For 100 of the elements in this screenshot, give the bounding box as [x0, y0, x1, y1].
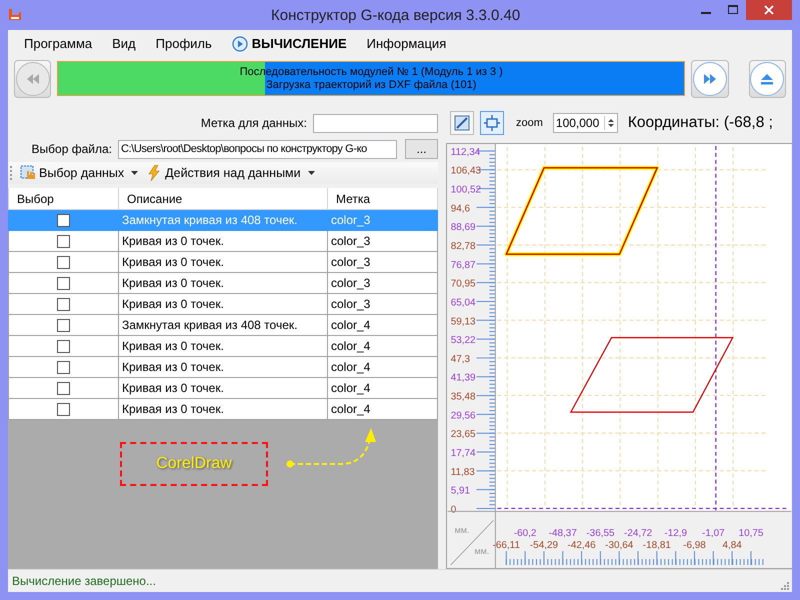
unit-label: мм. [454, 525, 470, 536]
tag-input-field[interactable] [313, 114, 438, 132]
checkbox[interactable] [57, 340, 70, 354]
window-title: Конструктор G-кода версия 3.3.0.40 [271, 6, 520, 24]
table-cell: Кривая из 0 точек. [118, 230, 328, 252]
checkbox[interactable] [57, 361, 70, 374]
table-row[interactable]: Замкнутая кривая из 408 точек. color_4 [8, 314, 438, 336]
app-icon [7, 7, 23, 23]
ruler-label: -12,9 [664, 528, 687, 540]
ruler-label: 5,91 [450, 486, 470, 497]
ruler-label: 35,48 [450, 392, 476, 403]
selection-icon [20, 165, 36, 181]
table-row[interactable]: Кривая из 0 точек. color_3 [8, 272, 438, 294]
table-cell: color_3 [328, 210, 438, 230]
menu-item[interactable]: ВЫЧИСЛЕНИЕ [222, 34, 357, 54]
checkbox[interactable] [57, 256, 70, 270]
table-cell: Кривая из 0 точек. [118, 336, 328, 356]
ruler-label: 70,95 [450, 278, 476, 290]
fast-forward-button[interactable] [691, 60, 729, 98]
ruler-label: 47,3 [450, 354, 470, 365]
ruler-label: -36,55 [586, 528, 614, 540]
table-row[interactable]: Кривая из 0 точек. color_4 [8, 356, 438, 378]
zoom-spinner[interactable]: 100,000 [552, 113, 618, 133]
annotation-text: CorelDraw [156, 455, 232, 473]
menu-item[interactable]: Информация [356, 34, 456, 53]
ruler-label: 41,39 [450, 372, 476, 384]
table-cell: Кривая из 0 точек. [118, 294, 328, 314]
ruler-label: 88,69 [450, 222, 476, 234]
spinner-arrows-icon [606, 116, 615, 130]
menu-item[interactable]: Профиль [146, 34, 222, 53]
zoom-label: zoom [516, 117, 543, 129]
ruler-label: -42,46 [568, 540, 596, 552]
file-path-field[interactable]: C:\Users\root\Desktop\вопросы по конструктору G-ко [118, 140, 397, 158]
progress-text: Загрузка траекторий из DXF файла (101) [266, 78, 476, 92]
table-cell: Замкнутая кривая из 408 точек. [118, 314, 328, 336]
table-cell: Замкнутая кривая из 408 точек. [118, 210, 328, 230]
resize-grip-icon [780, 580, 789, 590]
table-cell: Кривая из 0 точек. [118, 378, 328, 398]
ruler-label: 17,74 [450, 448, 476, 459]
checkbox[interactable] [57, 214, 70, 228]
eject-button[interactable] [748, 60, 786, 98]
table-cell: Кривая из 0 точек. [118, 356, 328, 378]
lightning-icon [146, 165, 162, 181]
ruler-label: 59,13 [450, 316, 476, 328]
menu-item[interactable]: Программа [14, 34, 102, 53]
status-text: Вычисление завершено... [12, 574, 156, 588]
ruler-label: -1,07 [702, 528, 725, 540]
column-header[interactable]: Метка [328, 188, 438, 210]
table-row[interactable]: Кривая из 0 точек. color_3 [8, 294, 438, 314]
ruler-label: 23,65 [450, 429, 476, 440]
column-header[interactable]: Описание [118, 188, 328, 210]
checkbox[interactable] [57, 277, 70, 290]
table-row[interactable]: Кривая из 0 точек. color_4 [8, 336, 438, 356]
play-icon [232, 36, 248, 52]
table-cell: color_4 [328, 378, 438, 398]
table-row[interactable]: Кривая из 0 точек. color_4 [8, 378, 438, 398]
close-icon [764, 5, 774, 15]
table-cell: color_4 [328, 398, 438, 420]
eject-icon [750, 62, 784, 96]
caret-icon [308, 171, 315, 175]
table-cell: Кривая из 0 точек. [118, 252, 328, 272]
maximize-icon [728, 5, 738, 15]
toolbar-dropdown[interactable]: Выбор данных [18, 164, 140, 182]
ruler-label: 65,04 [450, 297, 476, 308]
field-label: Выбор файла: [32, 142, 112, 156]
ruler-label: 10,75 [738, 528, 764, 540]
ruler-label: -30,64 [605, 540, 634, 552]
pencil-icon [454, 115, 470, 131]
table-cell: color_3 [328, 294, 438, 314]
ruler-label: 29,56 [450, 410, 476, 422]
table-cell: color_4 [328, 314, 438, 336]
ruler-label: -60,2 [514, 528, 536, 540]
minimize-icon [700, 12, 710, 14]
table-row[interactable]: Кривая из 0 точек. color_3 [8, 252, 438, 272]
table-cell: color_3 [328, 230, 438, 252]
menu-item[interactable]: Вид [102, 34, 146, 53]
edit-button[interactable] [450, 111, 474, 135]
ruler-label: 4,84 [722, 540, 742, 552]
column-header[interactable]: Выбор [8, 188, 118, 210]
crosshair-frame-icon [484, 115, 500, 131]
ruler-label: -24,72 [624, 528, 652, 540]
fit-view-button[interactable] [480, 111, 504, 135]
close-button[interactable] [746, 0, 792, 20]
table-cell: Кривая из 0 точек. [118, 398, 328, 420]
checkbox[interactable] [57, 235, 70, 248]
checkbox[interactable] [57, 403, 70, 416]
checkbox[interactable] [57, 382, 70, 396]
ruler-label: 11,83 [450, 466, 475, 478]
browse-button[interactable]: ... [405, 139, 438, 159]
toolbar-dropdown[interactable]: Действия над данными [144, 164, 317, 182]
ruler-label: -6,98 [683, 540, 706, 552]
ruler-label: 53,22 [450, 335, 476, 346]
checkbox[interactable] [57, 319, 70, 332]
table-row[interactable]: Кривая из 0 точек. color_3 [8, 230, 438, 252]
table-row[interactable]: Кривая из 0 точек. color_4 [8, 398, 438, 420]
checkbox[interactable] [57, 298, 70, 312]
rewind-icon [16, 62, 50, 96]
coordinates-readout: Координаты: (-68,8 ; [628, 114, 773, 132]
unit-label: мм. [474, 546, 490, 556]
drawing-canvas[interactable] [446, 143, 792, 569]
